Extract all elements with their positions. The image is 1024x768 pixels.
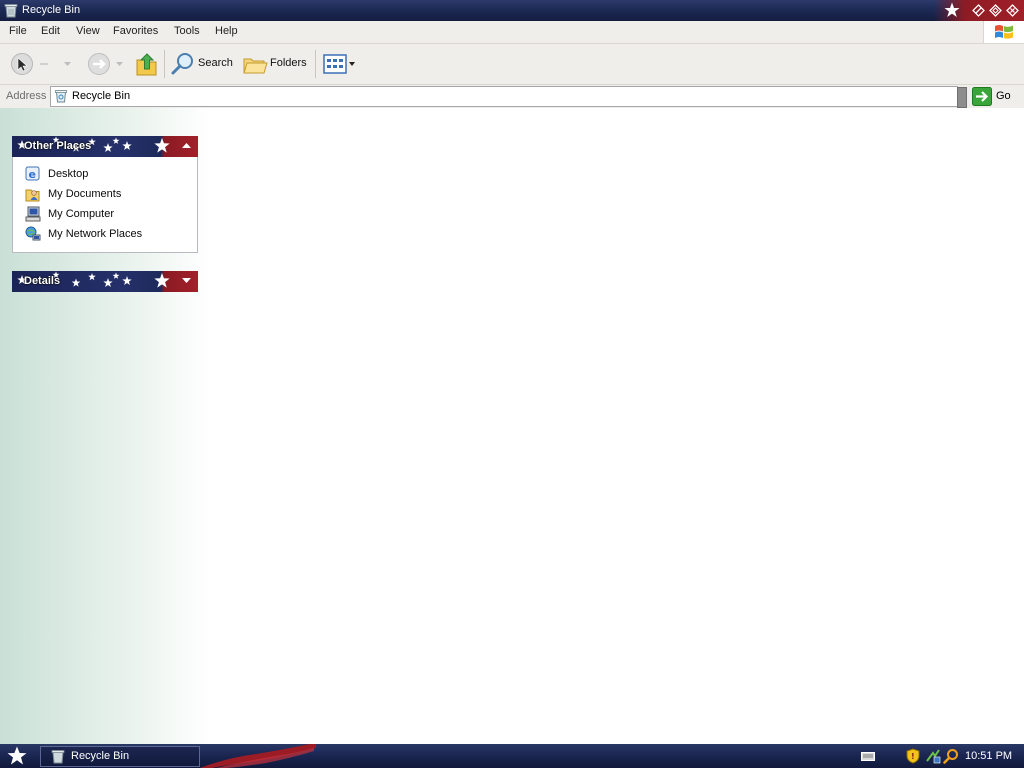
recycle-bin-icon [55, 90, 67, 103]
taskbar: Recycle Bin ! 10:51 PM [0, 744, 1024, 768]
address-input[interactable]: Recycle Bin [50, 86, 958, 107]
back-button[interactable] [10, 52, 34, 76]
title-bar[interactable]: Recycle Bin [0, 0, 1024, 21]
menu-help[interactable]: Help [215, 25, 238, 37]
my-computer-icon [25, 206, 41, 222]
views-dropdown-icon[interactable] [349, 62, 355, 66]
menu-view[interactable]: View [76, 25, 100, 37]
other-places-body: e Desktop My Documents My Computer My Ne… [12, 157, 198, 253]
place-label: My Network Places [48, 228, 143, 240]
chevron-up-icon[interactable] [182, 142, 191, 149]
place-link-desktop[interactable]: e Desktop [25, 165, 195, 183]
views-icon[interactable] [323, 54, 347, 74]
menu-favorites[interactable]: Favorites [113, 25, 158, 37]
network-status-icon[interactable] [925, 748, 941, 764]
star-icon [944, 2, 960, 17]
place-label: Desktop [48, 168, 89, 180]
forward-dropdown-icon[interactable] [116, 62, 123, 66]
taskbar-button-recycle-bin[interactable]: Recycle Bin [40, 746, 200, 767]
my-documents-icon [25, 189, 40, 202]
place-link-my-documents[interactable]: My Documents [25, 185, 195, 203]
svg-text:!: ! [911, 752, 915, 761]
desktop-icon: e [25, 166, 40, 181]
address-bar: Address Recycle Bin Go [0, 85, 1024, 109]
menu-edit[interactable]: Edit [41, 25, 60, 37]
search-icon[interactable] [170, 52, 196, 76]
address-value: Recycle Bin [72, 90, 131, 102]
menu-bar: File Edit View Favorites Tools Help [0, 21, 1024, 44]
other-places-title: Other Places [24, 140, 92, 152]
details-title: Details [24, 275, 61, 287]
folder-view[interactable]: Other Places e Desktop My Documents My C… [0, 108, 1024, 744]
other-places-header[interactable]: Other Places [12, 136, 198, 157]
standard-toolbar: Search Folders [0, 44, 1024, 85]
taskbar-flag-decoration [200, 744, 316, 768]
search-tray-icon[interactable] [943, 748, 959, 764]
place-link-my-computer[interactable]: My Computer [25, 205, 195, 223]
maximize-button[interactable] [989, 4, 1002, 17]
address-label: Address [6, 90, 47, 102]
up-folder-button[interactable] [135, 51, 159, 77]
toolbar-separator [315, 50, 316, 78]
details-header[interactable]: Details [12, 271, 198, 292]
taskbar-button-label: Recycle Bin [71, 750, 130, 762]
minimize-button[interactable] [972, 4, 985, 17]
taskbar-clock: 10:51 PM [965, 750, 1013, 762]
back-label-disabled [40, 63, 48, 65]
menu-tools[interactable]: Tools [174, 25, 200, 37]
windows-logo [983, 21, 1024, 43]
forward-button[interactable] [87, 52, 111, 76]
chevron-down-icon[interactable] [182, 277, 191, 284]
place-label: My Computer [48, 208, 115, 220]
start-button[interactable] [6, 746, 28, 766]
window-title: Recycle Bin [22, 4, 81, 16]
search-button-label[interactable]: Search [198, 57, 233, 69]
place-label: My Documents [48, 188, 122, 200]
address-dropdown-button[interactable] [957, 87, 967, 108]
windows-flag-icon [995, 25, 1013, 39]
recycle-bin-icon [4, 4, 18, 18]
back-dropdown-icon[interactable] [64, 62, 71, 66]
place-link-my-network-places[interactable]: My Network Places [25, 225, 195, 243]
folders-icon[interactable] [242, 53, 268, 75]
svg-text:e: e [29, 168, 36, 181]
go-arrow-icon[interactable] [972, 87, 992, 106]
toolbar-separator [164, 50, 165, 78]
go-button-label[interactable]: Go [996, 90, 1011, 102]
folders-button-label[interactable]: Folders [270, 57, 307, 69]
keyboard-icon[interactable] [861, 752, 875, 761]
recycle-bin-icon [51, 750, 65, 764]
security-shield-icon[interactable]: ! [906, 748, 920, 764]
menu-file[interactable]: File [9, 25, 27, 37]
network-places-icon [25, 226, 41, 241]
close-button[interactable] [1006, 4, 1019, 17]
